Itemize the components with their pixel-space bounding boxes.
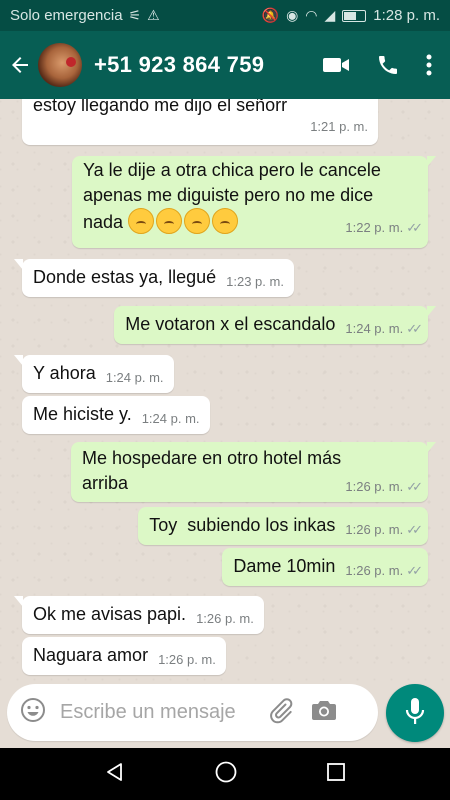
carrier-label: Solo emergencia xyxy=(10,7,123,24)
message-time: 1:24 p. m. xyxy=(105,370,164,385)
message-incoming[interactable]: Donde estas ya, llegué 1:23 p. m. xyxy=(14,259,294,297)
contact-name[interactable]: +51 923 864 759 xyxy=(94,52,264,78)
message-time: 1:23 p. m. xyxy=(226,274,284,289)
message-meta: 1:26 p. m. ✓✓ xyxy=(345,522,423,537)
message-text: Toy subiendo los inkas xyxy=(149,515,336,535)
read-ticks-icon: ✓✓ xyxy=(406,479,423,494)
message-time: 1:26 p. m. xyxy=(345,563,404,578)
message-time: 1:24 p. m. xyxy=(141,411,200,426)
message-meta: 1:26 p. m. ✓✓ xyxy=(82,474,423,499)
phone-call-icon[interactable] xyxy=(376,53,400,77)
message-text: Me hiciste y. xyxy=(33,404,132,424)
message-text: Me votaron x el escandalo xyxy=(125,314,336,334)
message-outgoing[interactable]: Toy subiendo los inkas 1:26 p. m. ✓✓ xyxy=(138,507,428,545)
emoji-icon[interactable] xyxy=(20,697,46,728)
chat-area[interactable]: estoy llegando me dijo el señorr 1:21 p.… xyxy=(0,99,450,681)
mic-button[interactable] xyxy=(386,684,444,742)
read-ticks-icon: ✓✓ xyxy=(406,220,423,235)
message-meta: 1:24 p. m. ✓✓ xyxy=(345,321,423,336)
status-bar: Solo emergencia ⚟ ⚠ 🔕 ◉ ◠ ◢ 1:28 p. m. xyxy=(0,0,450,31)
message-incoming[interactable]: estoy llegando me dijo el señorr 1:21 p.… xyxy=(22,99,378,145)
message-time: 1:26 p. m. xyxy=(345,479,404,494)
frowning-face-emoji xyxy=(212,208,239,234)
message-incoming[interactable]: Ok me avisas papi. 1:26 p. m. xyxy=(14,596,264,634)
message-input[interactable] xyxy=(60,701,265,724)
message-text: Naguara amor xyxy=(33,645,149,665)
message-outgoing[interactable]: Me votaron x el escandalo 1:24 p. m. ✓✓ xyxy=(114,306,436,344)
video-call-icon[interactable] xyxy=(322,55,350,75)
more-options-icon[interactable] xyxy=(426,54,432,76)
message-incoming[interactable]: Naguara amor 1:26 p. m. xyxy=(22,637,226,675)
mute-icon: 🔕 xyxy=(261,7,280,23)
message-incoming[interactable]: Me hiciste y. 1:24 p. m. xyxy=(22,396,210,434)
read-ticks-icon: ✓✓ xyxy=(406,321,423,336)
nav-back-icon[interactable] xyxy=(104,761,126,788)
message-meta: 1:26 p. m. ✓✓ xyxy=(345,563,423,578)
camera-icon[interactable] xyxy=(311,698,337,727)
no-sim-icon: ⚟ xyxy=(128,7,142,23)
signal-icon: ◢ xyxy=(324,7,336,23)
confounded-face-emoji xyxy=(184,208,211,234)
message-time: 1:26 p. m. xyxy=(196,611,254,626)
message-outgoing[interactable]: Me hospedare en otro hotel más arriba 1:… xyxy=(71,442,436,502)
message-text: Donde estas ya, llegué xyxy=(33,267,217,287)
confounded-face-emoji xyxy=(128,208,155,234)
clock: 1:28 p. m. xyxy=(373,7,440,24)
read-ticks-icon: ✓✓ xyxy=(406,522,423,537)
chat-header: +51 923 864 759 xyxy=(0,31,450,99)
wifi-icon: ◠ xyxy=(305,7,318,23)
eye-icon: ◉ xyxy=(286,7,299,23)
read-ticks-icon: ✓✓ xyxy=(406,563,423,578)
message-time: 1:26 p. m. xyxy=(345,522,404,537)
avatar[interactable] xyxy=(38,43,82,87)
message-time: 1:26 p. m. xyxy=(158,652,216,667)
nav-recents-icon[interactable] xyxy=(326,762,346,787)
message-composer xyxy=(7,684,378,741)
warning-icon: ⚠ xyxy=(147,7,160,23)
system-nav-bar xyxy=(0,748,450,800)
attach-icon[interactable] xyxy=(267,696,295,729)
microphone-icon xyxy=(404,696,426,731)
frowning-face-emoji xyxy=(156,208,183,234)
message-outgoing[interactable]: Ya le dije a otra chica pero le cancele … xyxy=(72,156,436,248)
message-time: 1:22 p. m. xyxy=(345,220,404,235)
message-text: Dame 10min xyxy=(233,556,336,576)
battery-icon xyxy=(342,9,367,22)
nav-home-icon[interactable] xyxy=(214,760,238,789)
message-incoming[interactable]: Y ahora 1:24 p. m. xyxy=(14,355,174,393)
message-time: 1:24 p. m. xyxy=(345,321,404,336)
message-outgoing[interactable]: Dame 10min 1:26 p. m. ✓✓ xyxy=(222,548,428,586)
message-text: Ok me avisas papi. xyxy=(33,604,187,624)
back-arrow-icon[interactable] xyxy=(2,31,38,99)
message-text: Y ahora xyxy=(33,363,96,383)
